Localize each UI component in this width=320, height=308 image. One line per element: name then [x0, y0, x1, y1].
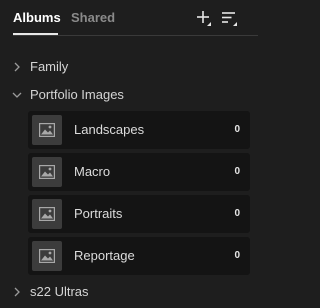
album-thumbnail — [32, 199, 62, 229]
sort-button[interactable] — [221, 9, 241, 29]
album-count: 0 — [234, 166, 240, 177]
album-item-reportage[interactable]: Reportage 0 — [28, 237, 250, 275]
image-placeholder-icon — [39, 249, 55, 263]
album-thumbnail — [32, 157, 62, 187]
album-item-portraits[interactable]: Portraits 0 — [28, 195, 250, 233]
album-name: Landscapes — [74, 122, 145, 137]
image-placeholder-icon — [39, 165, 55, 179]
plus-icon — [197, 11, 211, 26]
albums-header: Albums Shared — [0, 0, 258, 40]
album-count: 0 — [234, 208, 240, 219]
image-placeholder-icon — [39, 207, 55, 221]
album-group-label: s22 Ultras — [30, 284, 89, 299]
tab-albums[interactable]: Albums — [13, 10, 61, 26]
album-group-label: Portfolio Images — [30, 87, 124, 102]
chevron-down-icon[interactable] — [12, 90, 22, 100]
header-divider — [13, 35, 258, 36]
album-name: Portraits — [74, 206, 123, 221]
image-placeholder-icon — [39, 123, 55, 137]
album-group-s22-ultras[interactable]: s22 Ultras — [0, 282, 258, 302]
album-item-macro[interactable]: Macro 0 — [28, 153, 250, 191]
sort-lines-icon — [222, 12, 237, 26]
album-name: Macro — [74, 164, 111, 179]
album-count: 0 — [234, 250, 240, 261]
chevron-right-icon[interactable] — [12, 62, 22, 72]
album-thumbnail — [32, 115, 62, 145]
tab-shared[interactable]: Shared — [71, 10, 115, 26]
album-group-portfolio-images[interactable]: Portfolio Images — [0, 85, 258, 105]
album-name: Reportage — [74, 248, 135, 263]
album-thumbnail — [32, 241, 62, 271]
album-group-label: Family — [30, 59, 69, 74]
add-album-button[interactable] — [195, 9, 215, 29]
album-item-landscapes[interactable]: Landscapes 0 — [28, 111, 250, 149]
album-count: 0 — [234, 124, 240, 135]
chevron-right-icon[interactable] — [12, 287, 22, 297]
album-group-family[interactable]: Family — [0, 57, 258, 77]
